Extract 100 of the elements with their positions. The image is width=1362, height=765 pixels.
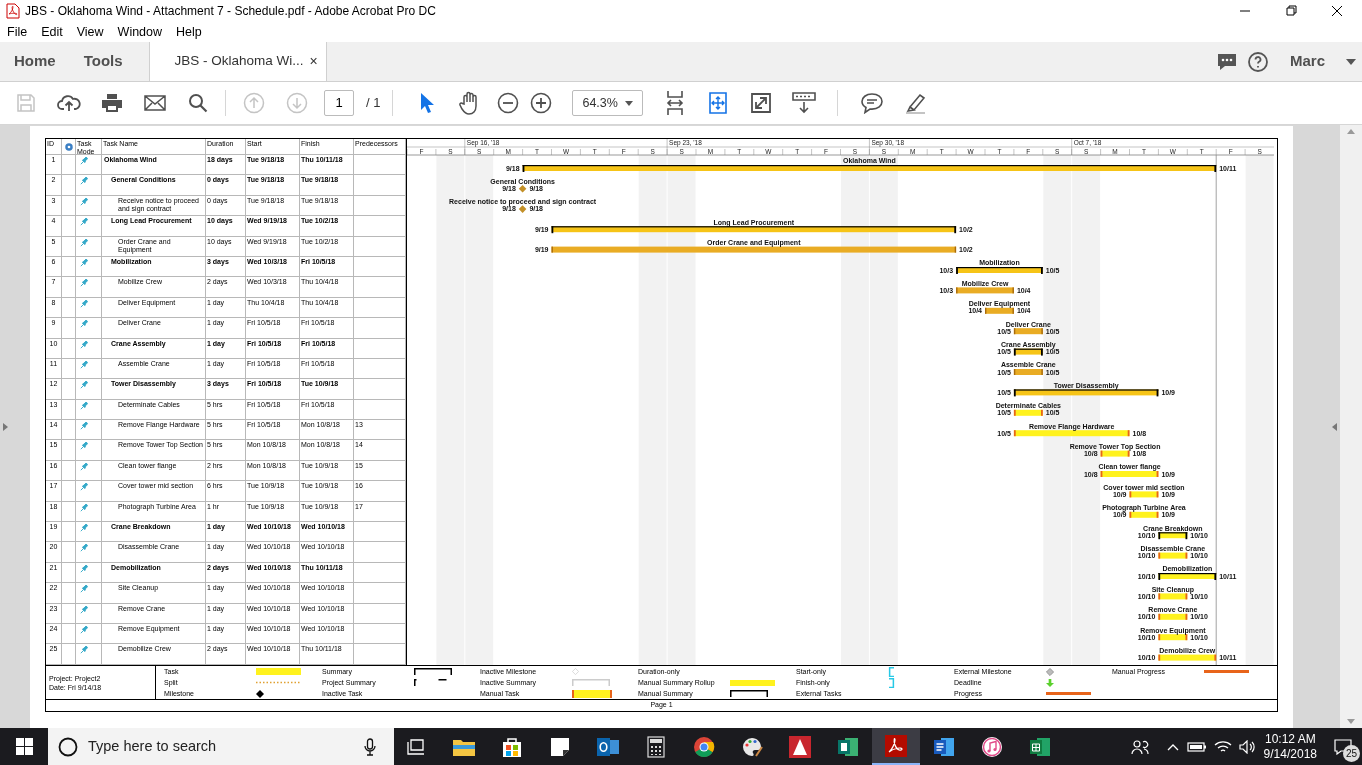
mail-app-icon[interactable]: [596, 735, 620, 758]
comment-icon[interactable]: [859, 92, 884, 114]
milestone-diamond: [518, 205, 527, 213]
palette-icon[interactable]: [741, 735, 763, 758]
wifi-icon[interactable]: [1213, 739, 1232, 754]
pushpin-icon: [80, 238, 88, 247]
zoom-dropdown[interactable]: 64.3%: [572, 90, 644, 116]
menu-item[interactable]: File: [7, 22, 28, 42]
sticky-note-icon[interactable]: [550, 736, 570, 757]
legend-diamond-symbol: [572, 668, 579, 675]
nav-tab[interactable]: Home: [14, 42, 56, 81]
pushpin-icon: [80, 422, 88, 431]
manual-task-bar: [1013, 409, 1043, 416]
zoom-out-icon[interactable]: [496, 92, 519, 114]
spreadsheet-icon[interactable]: [1029, 735, 1051, 758]
battery-icon[interactable]: [1186, 740, 1207, 753]
text-document-icon[interactable]: [933, 735, 955, 758]
summary-bar: [1158, 532, 1188, 540]
legend-progress-symbol: [1204, 670, 1249, 673]
close-tab-icon[interactable]: ×: [309, 51, 318, 72]
pushpin-icon: [80, 462, 88, 471]
legend-bracket-symbol: [572, 679, 610, 686]
menu-item[interactable]: Help: [176, 22, 202, 42]
pushpin-icon: [80, 626, 88, 634]
task-bar: [1013, 328, 1043, 335]
scroll-mode-icon[interactable]: [791, 92, 816, 114]
manual-task-bar: [1158, 613, 1188, 620]
user-name[interactable]: Marc: [1289, 50, 1325, 73]
caret-down-icon[interactable]: [625, 100, 634, 106]
fit-page-icon[interactable]: [707, 92, 728, 114]
music-note-icon[interactable]: [981, 735, 1003, 758]
nav-tab[interactable]: Tools: [83, 42, 123, 81]
info-column-icon: [64, 142, 73, 151]
pushpin-icon: [80, 442, 88, 451]
legend-manual-task-symbol: [572, 689, 612, 698]
pushpin-icon: [80, 218, 88, 227]
manual-task-bar: [1100, 450, 1130, 457]
print-icon[interactable]: [100, 93, 123, 113]
legend-diamond-symbol: [1046, 667, 1054, 676]
pushpin-icon: [80, 360, 88, 369]
pushpin-icon: [80, 381, 88, 390]
shopping-bag-icon[interactable]: [501, 735, 523, 758]
windows-logo-icon[interactable]: [15, 738, 33, 755]
pushpin-icon: [80, 197, 88, 206]
legend-finish-only-symbol: [888, 677, 895, 688]
fit-width-icon[interactable]: [664, 90, 685, 116]
pushpin-icon: [80, 524, 88, 533]
legend-task-symbol: [256, 668, 301, 675]
pushpin-icon: [80, 299, 88, 308]
summary-bar: [1013, 348, 1043, 356]
pushpin-icon: [80, 157, 88, 165]
pushpin-icon: [80, 340, 88, 349]
menu-item[interactable]: Window: [117, 22, 163, 42]
caret-down-icon[interactable]: [1346, 58, 1356, 65]
browser-icon[interactable]: [693, 735, 715, 758]
microphone-icon[interactable]: [364, 737, 376, 756]
legend-bracket-symbol: [730, 690, 768, 697]
legend-rollup-symbol: [730, 679, 775, 686]
milestone-diamond: [518, 184, 527, 193]
page-number-field[interactable]: 1: [324, 90, 354, 116]
page-total: / 1: [366, 94, 381, 113]
pushpin-icon: [80, 177, 88, 186]
menu-item[interactable]: View: [76, 22, 104, 42]
manual-task-bar: [1100, 471, 1159, 477]
legend-bracket-symbol: [414, 668, 452, 675]
pushpin-icon: [80, 585, 88, 594]
document-tab[interactable]: JBS - Oklahoma Wi... ×: [148, 42, 327, 81]
panel-toggle-icon[interactable]: [3, 422, 8, 431]
legend-split-symbol: [256, 681, 301, 684]
clock[interactable]: 10:12 AM 9/14/2018: [1263, 731, 1317, 762]
calculator-icon[interactable]: [647, 735, 665, 758]
pushpin-icon: [80, 605, 88, 614]
menu-item[interactable]: Edit: [41, 22, 63, 42]
task-view-icon[interactable]: [407, 737, 427, 756]
people-icon[interactable]: [1130, 738, 1149, 755]
zoom-in-icon[interactable]: [529, 92, 552, 114]
chat-icon[interactable]: [1215, 51, 1238, 72]
pointer-icon[interactable]: [418, 92, 435, 114]
manual-task-bar: [1158, 552, 1188, 559]
volume-icon[interactable]: [1238, 739, 1257, 754]
full-screen-icon[interactable]: [750, 93, 771, 113]
triangle-app-icon[interactable]: [789, 735, 811, 758]
pushpin-icon: [80, 544, 88, 553]
pdf-app-icon[interactable]: [885, 734, 907, 757]
pushpin-icon: [80, 320, 88, 329]
manual-task-bar: [1158, 634, 1188, 641]
panel-toggle-icon[interactable]: [1332, 422, 1337, 431]
taskbar-search-field[interactable]: Type here to search: [48, 728, 394, 765]
manual-task-bar: [1158, 593, 1188, 600]
mail-icon[interactable]: [143, 95, 166, 111]
task-bar: [985, 307, 1014, 314]
legend-start-only-symbol: [888, 666, 895, 677]
pushpin-icon: [80, 564, 88, 573]
cloud-upload-icon[interactable]: [56, 93, 81, 113]
help-icon[interactable]: [1246, 50, 1269, 73]
window-title: JBS - Oklahoma Wind - Attachment 7 - Schedule.pdf - Adobe Acrobat Pro DC: [25, 3, 436, 20]
manual-task-bar: [1129, 511, 1159, 518]
document-app-icon[interactable]: [837, 735, 859, 758]
pdf-file-icon: [6, 3, 20, 19]
summary-bar: [1158, 573, 1217, 580]
